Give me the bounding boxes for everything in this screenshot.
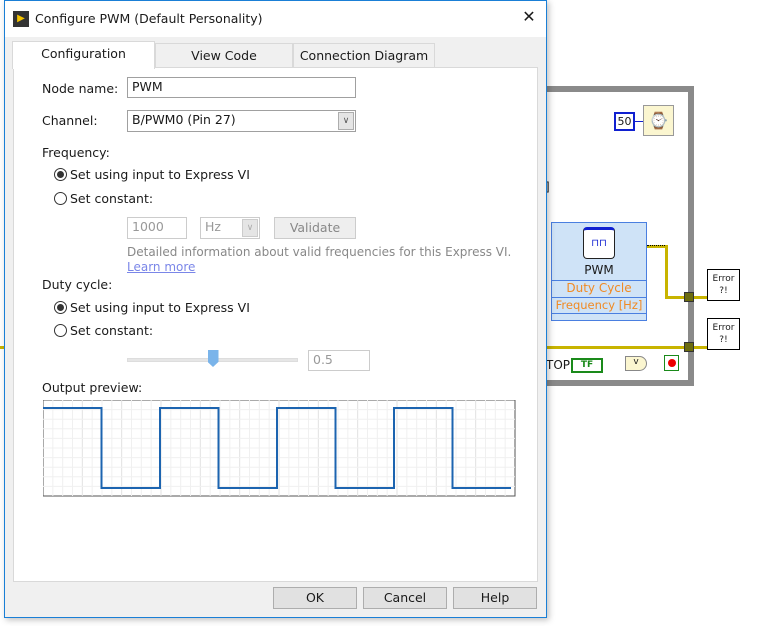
or-gate-icon: v [625, 356, 647, 371]
duty-radio-input[interactable] [54, 301, 67, 314]
pwm-express-vi-node[interactable]: ⊓⊓ PWM Duty Cycle Frequency [Hz] [551, 222, 647, 321]
freq-radio-input-label[interactable]: Set using input to Express VI [70, 167, 250, 182]
duty-radio-input-label[interactable]: Set using input to Express VI [70, 300, 250, 315]
error-handler-icon[interactable]: Error ?! [707, 318, 740, 350]
configure-pwm-dialog: ▶ Configure PWM (Default Personality) ✕ … [4, 0, 547, 618]
learn-more-link[interactable]: Learn more [127, 260, 195, 274]
input-frequency[interactable]: Frequency [Hz] [552, 297, 646, 314]
duty-slider-track[interactable] [127, 350, 298, 367]
output-preview-chart [43, 400, 516, 497]
frequency-input[interactable]: 1000 [127, 217, 187, 239]
tab-connection-diagram[interactable]: Connection Diagram [293, 43, 435, 68]
loop-condition-icon[interactable] [664, 355, 679, 371]
duty-radio-constant-label[interactable]: Set constant: [70, 323, 153, 338]
freq-radio-constant[interactable] [54, 192, 67, 205]
stop-label: TOP [546, 358, 571, 372]
ok-button[interactable]: OK [273, 587, 357, 609]
close-button[interactable]: ✕ [517, 7, 541, 26]
node-name-input[interactable]: PWM [127, 77, 356, 98]
validate-button[interactable]: Validate [274, 217, 356, 239]
tab-view-code[interactable]: View Code [155, 43, 293, 68]
duty-cycle-label: Duty cycle: [42, 277, 113, 292]
freq-radio-constant-label[interactable]: Set constant: [70, 191, 153, 206]
output-preview-label: Output preview: [42, 380, 143, 395]
freq-radio-input[interactable] [54, 168, 67, 181]
frequency-unit-select[interactable]: Hz ∨ [200, 217, 260, 239]
title-bar: ▶ Configure PWM (Default Personality) ✕ [5, 1, 546, 37]
wait-constant[interactable]: 50 [614, 112, 635, 131]
pwm-icon: ⊓⊓ [583, 227, 615, 259]
input-duty-cycle[interactable]: Duty Cycle [552, 280, 646, 297]
help-button[interactable]: Help [453, 587, 537, 609]
chevron-down-icon[interactable]: ∨ [242, 219, 258, 237]
duty-radio-constant[interactable] [54, 324, 67, 337]
labview-app-icon: ▶ [13, 11, 29, 27]
wait-ms-icon[interactable]: ⌚ [643, 105, 674, 136]
configuration-panel: Node name: PWM Channel: B/PWM0 (Pin 27) ∨… [13, 67, 538, 582]
tab-configuration[interactable]: Configuration [12, 41, 155, 69]
dialog-title: Configure PWM (Default Personality) [35, 11, 263, 26]
error-handler-icon[interactable]: Error ?! [707, 269, 740, 301]
node-name-label: Node name: [42, 81, 119, 96]
frequency-unit-value: Hz [205, 219, 221, 234]
cancel-button[interactable]: Cancel [363, 587, 447, 609]
chevron-down-icon[interactable]: ∨ [338, 112, 354, 130]
frequency-info-text: Detailed information about valid frequen… [127, 245, 512, 259]
stop-button-terminal[interactable]: TF [571, 358, 603, 373]
channel-select[interactable]: B/PWM0 (Pin 27) ∨ [127, 110, 356, 132]
frequency-label: Frequency: [42, 145, 110, 160]
channel-value: B/PWM0 (Pin 27) [132, 112, 236, 127]
duty-value-input[interactable]: 0.5 [308, 350, 370, 371]
channel-label: Channel: [42, 113, 98, 128]
node-title: PWM [584, 263, 614, 277]
duty-slider-thumb[interactable] [207, 350, 219, 367]
